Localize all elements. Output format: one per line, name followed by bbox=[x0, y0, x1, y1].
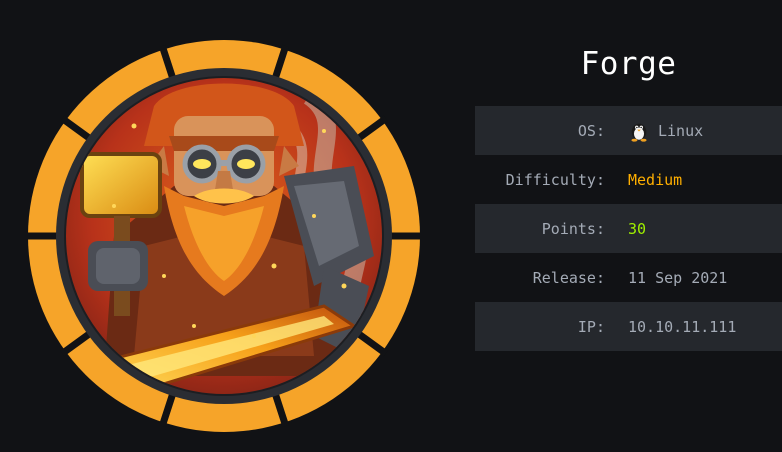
info-row-os: OS: Linux bbox=[475, 106, 782, 155]
points-value: 30 bbox=[628, 219, 647, 238]
ip-label: IP: bbox=[577, 317, 605, 336]
info-row-ip: IP: 10.10.11.111 bbox=[475, 302, 782, 351]
points-label: Points: bbox=[541, 219, 605, 238]
os-value: Linux bbox=[628, 120, 703, 142]
os-value-text: Linux bbox=[658, 121, 704, 140]
tux-penguin-icon bbox=[631, 123, 647, 142]
difficulty-label: Difficulty: bbox=[505, 170, 605, 189]
ip-value: 10.10.11.111 bbox=[628, 317, 737, 336]
difficulty-value: Medium bbox=[628, 170, 683, 189]
machine-avatar-badge bbox=[24, 40, 424, 432]
info-row-release: Release: 11 Sep 2021 bbox=[475, 253, 782, 302]
release-value: 11 Sep 2021 bbox=[628, 268, 728, 287]
os-label: OS: bbox=[577, 121, 605, 140]
info-row-difficulty: Difficulty: Medium bbox=[475, 155, 782, 204]
machine-info-card: Forge OS: Linux Difficulty: Medium Point… bbox=[0, 0, 782, 452]
machine-info-table: OS: Linux Difficulty: Medium Points: 30 … bbox=[475, 106, 782, 351]
info-row-points: Points: 30 bbox=[475, 204, 782, 253]
release-label: Release: bbox=[532, 268, 605, 287]
machine-name-title: Forge bbox=[580, 46, 677, 82]
dwarf-blacksmith-artwork bbox=[66, 78, 382, 394]
